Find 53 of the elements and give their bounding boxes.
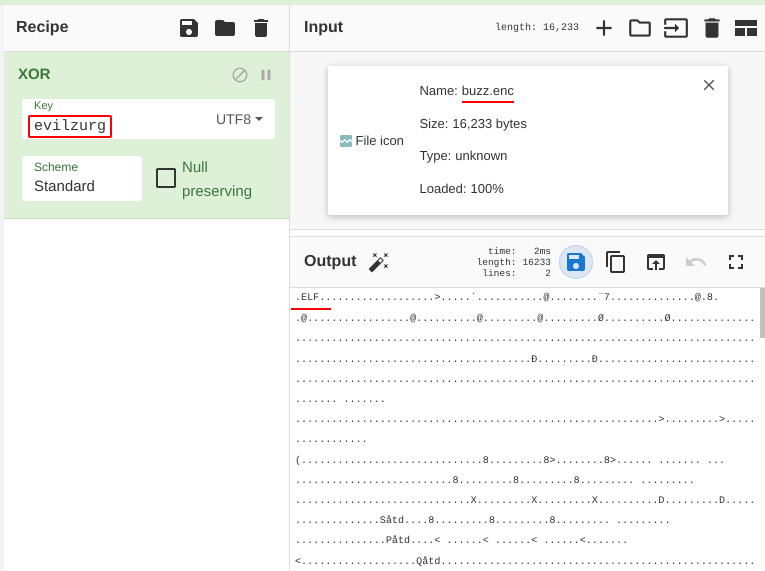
stat-value: 16233 [522, 256, 551, 268]
save-icon [177, 16, 201, 40]
field-value: evilzurg [28, 114, 112, 138]
caret-icon [255, 117, 263, 121]
file-icon-alt-text: File icon [356, 132, 404, 150]
disable-icon [231, 66, 249, 84]
stat-value: 2ms [532, 246, 551, 256]
scheme-field[interactable]: Scheme Standard [22, 156, 142, 201]
detail-label: Name: [420, 82, 458, 100]
detail-value: 100% [470, 180, 504, 198]
panel-title: Recipe [16, 18, 70, 38]
field-label: Key [34, 100, 54, 112]
panel-title: Input [304, 18, 344, 38]
output-line: ...............Påtd....< ......< ......< ......<....... [295, 534, 628, 550]
output-line: ............ [295, 434, 368, 448]
key-field[interactable]: Key evilzurg UTF8 [22, 99, 275, 139]
stat-label: lines: [481, 268, 516, 278]
stat-label: time: [486, 246, 516, 256]
field-value: Standard [34, 179, 96, 194]
checkbox[interactable] [156, 168, 176, 188]
detail-value: 16,233 bytes [452, 114, 527, 133]
checkbox-label: Null preserving [182, 158, 254, 202]
output-line: .......................................Đ.........Đ.......................... [295, 354, 756, 368]
output-line: .ELF...................>.....`...........@........¨7..............@.8. [295, 292, 720, 306]
file-icon [338, 132, 354, 148]
detail-label: Type: [420, 147, 452, 165]
detail-label: Size: [420, 114, 448, 132]
output-line: <...................Qåtd.................................................... [295, 555, 756, 570]
operation-title: XOR [18, 64, 52, 85]
stat-label: length: [476, 256, 516, 268]
output-line: ............................................................................ [295, 374, 756, 388]
output-line: ............................................................>.........>..... [295, 414, 756, 428]
detail-label: Loaded: [420, 180, 466, 198]
output-line: ............................................................................ [295, 333, 756, 348]
detail-value: unknown [455, 147, 508, 165]
save-icon [564, 250, 588, 274]
scrollbar[interactable] [760, 288, 765, 338]
layout-icon [735, 20, 757, 36]
output-line: ....... ....... [295, 394, 386, 408]
output-line: .@.................@..........@.........@.........Ø..........Ø.............. [295, 312, 756, 328]
stat-value: 2 [544, 268, 551, 278]
length-label: length: 16,233 [494, 22, 579, 36]
output-line: (..............................8.........8>........8>...... ....... ... [295, 454, 726, 469]
copy-icon [604, 250, 628, 274]
detail-value: buzz.enc [462, 81, 514, 102]
output-line: ..........................8.........8.........8......... ......... [295, 474, 695, 489]
output-line: .............................X.........X.........X..........D.........D..... [295, 495, 756, 510]
encoding-dropdown[interactable]: UTF8 [216, 108, 263, 130]
magic-wand-icon[interactable] [368, 251, 390, 273]
panel-title: Output [304, 252, 356, 272]
save-button[interactable] [177, 16, 201, 40]
field-label: Scheme [34, 161, 80, 173]
output-line: ..............Såtd....8.........8.........8......... ......... [295, 514, 671, 530]
